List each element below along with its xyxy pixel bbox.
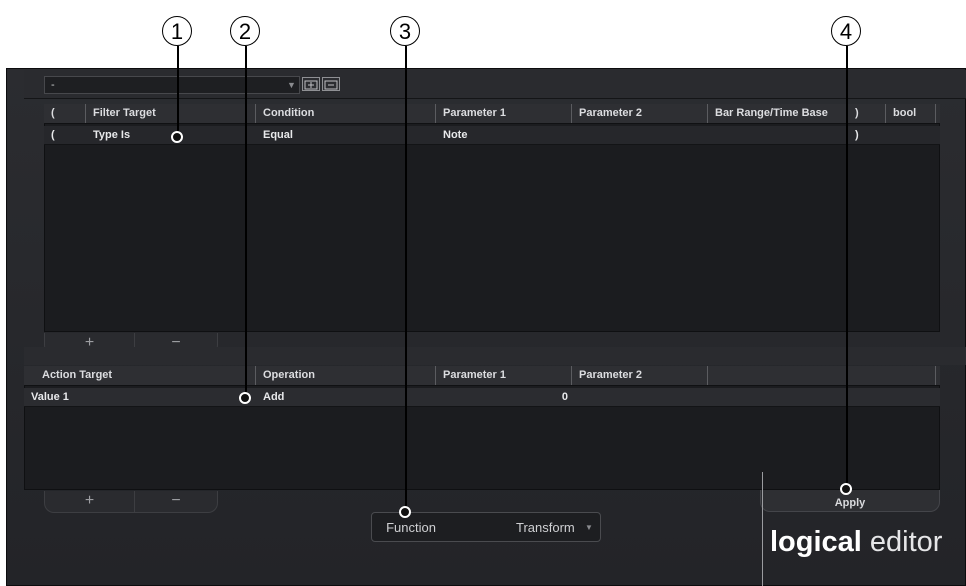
function-value[interactable]: Transform [516, 520, 575, 535]
col-parameter-2[interactable]: Parameter 2 [572, 104, 708, 123]
callout-3: 3 [390, 16, 420, 46]
leader-line-2 [245, 46, 247, 395]
leader-line-logo [762, 472, 763, 586]
col-open-paren[interactable]: ( [44, 104, 86, 123]
add-action-button[interactable]: + [45, 491, 135, 512]
col-parameter-1[interactable]: Parameter 1 [436, 104, 572, 123]
callout-4: 4 [831, 16, 861, 46]
cell-action-parameter-1[interactable]: 0 [436, 388, 572, 406]
cell-condition[interactable]: Equal [256, 126, 436, 144]
cell-parameter-2[interactable] [572, 126, 708, 144]
cell-open-paren[interactable]: ( [44, 126, 86, 144]
cell-operation[interactable]: Add [256, 388, 436, 406]
leader-dot-1 [171, 131, 183, 143]
logical-editor-logo: logical editor [770, 526, 942, 559]
col-close-paren[interactable]: ) [848, 104, 886, 123]
col-bool[interactable]: bool [886, 104, 936, 123]
cell-bar-range[interactable] [708, 126, 848, 144]
col-condition[interactable]: Condition [256, 104, 436, 123]
remove-action-button[interactable]: − [135, 491, 217, 512]
leader-dot-3 [399, 506, 411, 518]
preset-select[interactable]: - [44, 76, 300, 94]
col-action-target[interactable]: Action Target [24, 366, 256, 385]
cell-bool[interactable] [886, 126, 936, 144]
callout-1: 1 [162, 16, 192, 46]
action-add-remove-bar: + − [44, 491, 218, 513]
callout-2: 2 [230, 16, 260, 46]
chevron-down-icon: ▼ [585, 523, 593, 532]
leader-line-4 [846, 46, 848, 486]
col-filter-target[interactable]: Filter Target [86, 104, 256, 123]
remove-preset-icon[interactable] [322, 77, 340, 91]
col-action-parameter-1[interactable]: Parameter 1 [436, 366, 572, 385]
col-bar-range[interactable]: Bar Range/Time Base [708, 104, 848, 123]
leader-line-3 [405, 46, 407, 508]
leader-dot-2 [239, 392, 251, 404]
action-row[interactable]: Value 1 Add 0 [24, 388, 940, 407]
leader-line-1 [177, 46, 179, 134]
col-operation[interactable]: Operation [256, 366, 436, 385]
cell-action-parameter-2[interactable] [572, 388, 708, 406]
logo-light-text: editor [861, 526, 943, 558]
add-preset-icon[interactable] [302, 77, 320, 91]
action-table-header: Action Target Operation Parameter 1 Para… [24, 366, 940, 386]
cell-parameter-1[interactable]: Note [436, 126, 572, 144]
logo-bold-text: logical [770, 526, 862, 558]
chevron-down-icon: ▼ [287, 80, 296, 90]
leader-dot-4 [840, 483, 852, 495]
function-label: Function [386, 520, 436, 535]
col-action-empty [708, 366, 936, 385]
panel-divider [24, 347, 966, 365]
cell-close-paren[interactable]: ) [848, 126, 886, 144]
cell-action-target[interactable]: Value 1 [24, 388, 256, 406]
col-action-parameter-2[interactable]: Parameter 2 [572, 366, 708, 385]
